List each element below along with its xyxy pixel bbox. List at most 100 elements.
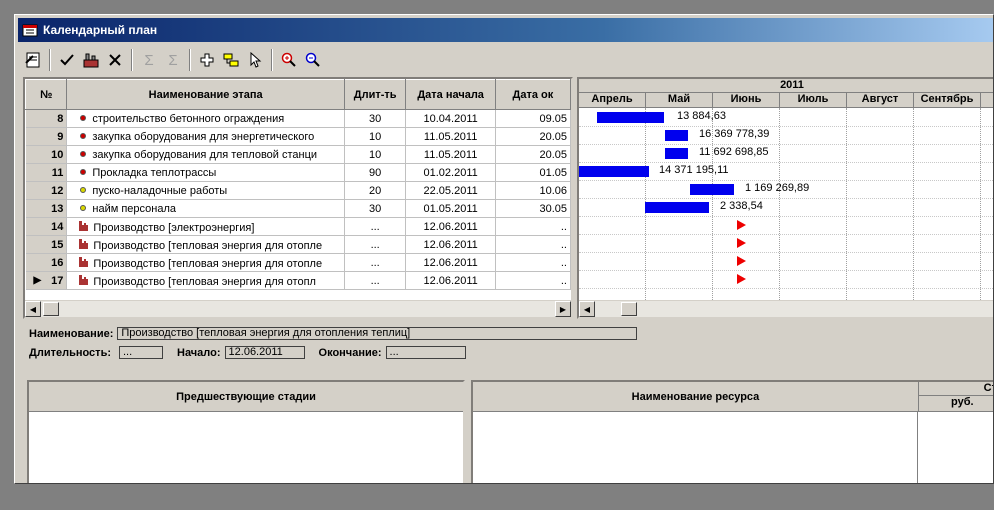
- end-date-cell[interactable]: 10.06: [495, 181, 571, 200]
- gantt-horizontal-scrollbar[interactable]: ◀: [579, 300, 993, 317]
- table-row[interactable]: 8 строительство бетонного ограждения 30 10.…: [25, 109, 571, 128]
- start-date-cell[interactable]: 01.02.2011: [405, 163, 496, 182]
- scroll-thumb[interactable]: [43, 302, 59, 316]
- table-row[interactable]: 16 Производство [тепловая энергия для ото…: [25, 253, 571, 272]
- stage-name-cell[interactable]: пуско-наладочные работы: [66, 181, 345, 200]
- table-row[interactable]: ▶ 17 Производство [тепловая энергия для от…: [25, 271, 571, 290]
- gantt-bar[interactable]: [597, 112, 664, 123]
- col-header-start-date[interactable]: Дата начала: [405, 79, 496, 110]
- stage-name-cell[interactable]: Прокладка теплотрассы: [66, 163, 345, 182]
- stage-name-cell[interactable]: строительство бетонного ограждения: [66, 109, 345, 128]
- col-header-end-date[interactable]: Дата ок: [494, 79, 571, 110]
- duration-cell[interactable]: 20: [344, 181, 407, 200]
- col-header-number[interactable]: №: [25, 79, 68, 110]
- duration-cell[interactable]: ...: [344, 217, 407, 236]
- predecessors-panel[interactable]: Предшествующие стадии: [27, 380, 465, 483]
- name-field[interactable]: Производство [тепловая энергия для отопл…: [117, 327, 638, 340]
- start-date-cell[interactable]: 01.05.2011: [405, 199, 496, 218]
- table-row[interactable]: 13 найм персонала 30 01.05.2011 30.05: [25, 199, 571, 218]
- stages-grid[interactable]: № Наименование этапа Длит-ть Дата начала…: [23, 77, 573, 319]
- gantt-bar[interactable]: [579, 166, 649, 177]
- checkmark-icon[interactable]: [56, 49, 78, 71]
- gantt-bar[interactable]: [665, 130, 688, 141]
- table-row[interactable]: 11 Прокладка теплотрассы 90 01.02.2011 01.05: [25, 163, 571, 182]
- stage-name-cell[interactable]: Производство [тепловая энергия для отопл…: [66, 253, 345, 272]
- resource-name-header[interactable]: Наименование ресурса: [473, 382, 919, 412]
- scroll-left-icon[interactable]: ◀: [25, 301, 41, 317]
- row-number[interactable]: 8: [25, 109, 68, 128]
- start-date-cell[interactable]: 11.05.2011: [405, 145, 496, 164]
- stage-name-cell[interactable]: закупка оборудования для энергетического: [66, 127, 345, 146]
- row-number[interactable]: 14: [25, 217, 68, 236]
- duration-cell[interactable]: ...: [344, 235, 407, 254]
- properties-icon[interactable]: [22, 49, 44, 71]
- table-row[interactable]: 15 Производство [тепловая энергия для ото…: [25, 235, 571, 254]
- gantt-bar[interactable]: [645, 202, 709, 213]
- duration-cell[interactable]: 10: [344, 145, 407, 164]
- row-number[interactable]: 13: [25, 199, 68, 218]
- zoom-in-icon[interactable]: [278, 49, 300, 71]
- stage-name-cell[interactable]: Производство [электроэнергия]: [66, 217, 345, 236]
- row-number[interactable]: ▶ 17: [25, 271, 68, 290]
- duration-cell[interactable]: ...: [344, 271, 407, 290]
- row-number[interactable]: 15: [25, 235, 68, 254]
- stage-name-cell[interactable]: Производство [тепловая энергия для отопл…: [66, 235, 345, 254]
- duration-cell[interactable]: ...: [344, 253, 407, 272]
- table-row[interactable]: 14 Производство [электроэнергия]... 12.06.…: [25, 217, 571, 236]
- row-number[interactable]: 10: [25, 145, 68, 164]
- table-row[interactable]: 10 закупка оборудования для тепловой стан…: [25, 145, 571, 164]
- start-date-cell[interactable]: 12.06.2011: [405, 253, 496, 272]
- start-date-cell[interactable]: 11.05.2011: [405, 127, 496, 146]
- duration-field[interactable]: ...: [119, 346, 163, 359]
- end-date-cell[interactable]: 20.05: [495, 145, 571, 164]
- scroll-thumb[interactable]: [621, 302, 637, 316]
- add-icon[interactable]: [196, 49, 218, 71]
- pointer-icon[interactable]: [244, 49, 266, 71]
- start-date-cell[interactable]: 12.06.2011: [405, 271, 496, 290]
- duration-cell[interactable]: 30: [344, 199, 407, 218]
- scroll-left-icon[interactable]: ◀: [579, 301, 595, 317]
- end-date-cell[interactable]: ..: [495, 253, 571, 272]
- duration-cell[interactable]: 90: [344, 163, 407, 182]
- start-field[interactable]: 12.06.2011: [224, 346, 305, 359]
- stage-name-cell[interactable]: Производство [тепловая энергия для отопл: [66, 271, 345, 290]
- duration-cell[interactable]: 30: [344, 109, 407, 128]
- row-number[interactable]: 11: [25, 163, 68, 182]
- col-header-duration[interactable]: Длит-ть: [343, 79, 407, 110]
- start-date-cell[interactable]: 10.04.2011: [405, 109, 496, 128]
- row-number[interactable]: 12: [25, 181, 68, 200]
- end-date-cell[interactable]: ..: [495, 217, 571, 236]
- end-date-cell[interactable]: 01.05: [495, 163, 571, 182]
- end-date-cell[interactable]: 09.05: [495, 109, 571, 128]
- left-horizontal-scrollbar[interactable]: ◀ ▶: [25, 300, 571, 317]
- milestone-flag-icon[interactable]: [737, 220, 746, 230]
- resources-panel[interactable]: Наименование ресурса Ст руб.: [471, 380, 993, 483]
- title-bar[interactable]: Календарный план: [18, 18, 993, 42]
- end-date-cell[interactable]: ..: [495, 271, 571, 290]
- sum-up-icon[interactable]: Σ: [138, 49, 160, 71]
- gantt-body[interactable]: 13 884,63 16 369 778,39 11 692 698,85 14 37…: [579, 108, 993, 302]
- duration-cell[interactable]: 10: [344, 127, 407, 146]
- gantt-chart[interactable]: 2011 АпрельМайИюньИюльАвгустСентябрьО 13…: [577, 77, 993, 319]
- row-number[interactable]: 16: [25, 253, 68, 272]
- hierarchy-icon[interactable]: [220, 49, 242, 71]
- milestone-flag-icon[interactable]: [737, 274, 746, 284]
- zoom-out-icon[interactable]: [302, 49, 324, 71]
- row-number[interactable]: 9: [25, 127, 68, 146]
- delete-icon[interactable]: [104, 49, 126, 71]
- scroll-right-icon[interactable]: ▶: [555, 301, 571, 317]
- predecessors-header[interactable]: Предшествующие стадии: [29, 382, 463, 412]
- start-date-cell[interactable]: 22.05.2011: [405, 181, 496, 200]
- cost-header[interactable]: Ст: [919, 382, 993, 396]
- milestone-flag-icon[interactable]: [737, 256, 746, 266]
- start-date-cell[interactable]: 12.06.2011: [405, 235, 496, 254]
- col-header-stage-name[interactable]: Наименование этапа: [66, 79, 345, 110]
- gantt-bar[interactable]: [690, 184, 734, 195]
- milestone-flag-icon[interactable]: [737, 238, 746, 248]
- table-row[interactable]: 9 закупка оборудования для энергетическог…: [25, 127, 571, 146]
- stage-name-cell[interactable]: найм персонала: [66, 199, 345, 218]
- start-date-cell[interactable]: 12.06.2011: [405, 217, 496, 236]
- end-date-cell[interactable]: ..: [495, 235, 571, 254]
- sum-down-icon[interactable]: Σ: [162, 49, 184, 71]
- gantt-bar[interactable]: [665, 148, 688, 159]
